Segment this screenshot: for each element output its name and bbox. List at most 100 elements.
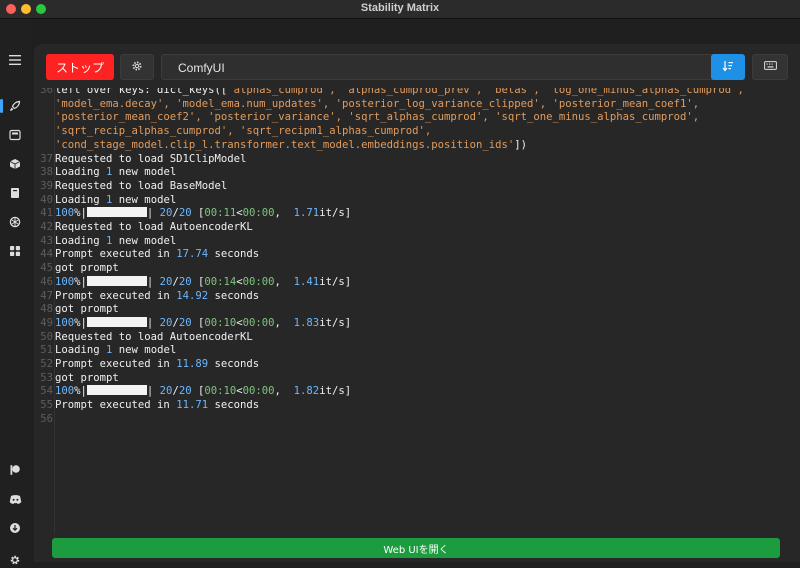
console-text-segment: 20: [159, 275, 173, 288]
console-text-segment: 20: [159, 207, 173, 220]
notebook-icon[interactable]: [7, 185, 23, 201]
console-text-segment: 1.41: [293, 275, 320, 288]
console-text-segment: it/s]: [319, 316, 352, 329]
package-select[interactable]: ComfyUI: [161, 54, 737, 80]
console-text-segment: ,: [274, 207, 294, 220]
console-text-segment: Requested to load BaseModel: [55, 179, 228, 192]
console-text-segment: |: [146, 385, 160, 398]
line-number: 38: [40, 166, 53, 179]
line-number: 46: [40, 275, 53, 288]
line-number: 36: [40, 88, 53, 96]
line-number: 40: [40, 193, 53, 206]
console-text-segment: 1.82: [293, 385, 320, 398]
console-text-segment: ,: [274, 385, 294, 398]
console-text-segment: left over keys: dict_keys([: [55, 88, 228, 96]
console-text-segment: Requested to load AutoencoderKL: [55, 330, 253, 343]
console-line-text: Requested to load BaseModel: [55, 180, 227, 194]
console-text-segment: 00:10: [204, 316, 237, 329]
discord-icon[interactable]: [7, 491, 23, 507]
console-text-segment: 1.83: [293, 316, 320, 329]
console-text-segment: new model: [112, 234, 177, 247]
sidebar: [0, 19, 30, 565]
main-panel: ストップ ComfyUI 36 left over keys: dict_keys…: [34, 44, 800, 562]
console-text-segment: [: [191, 316, 205, 329]
console-line-text: Loading 1 new model: [55, 235, 176, 249]
console-line-text: Requested to load AutoencoderKL: [55, 331, 253, 345]
line-number: 48: [40, 303, 53, 316]
console-text-segment: 20: [178, 275, 192, 288]
console-text-segment: 1.71: [293, 207, 320, 220]
console-line-text: 'sqrt_recip_alphas_cumprod', 'sqrt_recip…: [55, 125, 431, 139]
console-line-text: 100%| | 20/20 [00:14<00:00, 1.41it/s]: [55, 275, 351, 290]
patreon-icon[interactable]: [7, 462, 23, 478]
console-text-segment: 17.74: [176, 248, 209, 261]
console-text-segment: 'alphas_cumprod', 'alphas_cumprod_prev',…: [227, 88, 744, 96]
inference-icon[interactable]: [7, 127, 23, 143]
console-text-segment: 'cond_stage_model.clip_l.transformer.tex…: [55, 138, 515, 151]
console-text-segment: Loading: [55, 344, 107, 357]
console-text-segment: 00:14: [204, 275, 237, 288]
line-number: 43: [40, 234, 53, 247]
console-text-segment: Requested to load SD1ClipModel: [55, 152, 247, 165]
console-text-segment: 20: [159, 316, 173, 329]
line-number: 55: [40, 399, 53, 412]
line-number: 49: [40, 316, 53, 329]
console-text-segment: 00:00: [242, 275, 275, 288]
console-line-text: Prompt executed in 11.89 seconds: [55, 358, 259, 372]
console-text-segment: 100: [55, 385, 75, 398]
line-number: 47: [40, 289, 53, 302]
menu-icon[interactable]: [7, 52, 23, 68]
console-output[interactable]: 36 left over keys: dict_keys(['alphas_cum…: [34, 88, 800, 534]
console-line-text: 100%| | 20/20 [00:11<00:00, 1.71it/s]: [55, 207, 351, 221]
console-text-segment: 00:00: [242, 385, 275, 398]
console-text-segment: [: [191, 385, 205, 398]
console-text-segment: new model: [112, 193, 177, 206]
console-text-segment: [: [191, 275, 205, 288]
console-text-segment: Prompt executed in: [55, 358, 177, 370]
progress-bar: [86, 316, 147, 327]
settings-icon[interactable]: [7, 552, 23, 568]
console-text-segment: Prompt executed in: [55, 289, 177, 302]
console-text-segment: %|: [74, 207, 87, 220]
console-text-segment: Requested to load AutoencoderKL: [55, 221, 253, 233]
console-text-segment: |: [146, 316, 160, 329]
window-title: Stability Matrix: [360, 2, 440, 14]
console-text-segment: new model: [112, 344, 177, 357]
console-text-segment: seconds: [208, 248, 260, 261]
console-text-segment: 14.92: [176, 289, 209, 302]
line-number: 42: [40, 221, 53, 233]
console-input-button[interactable]: [752, 54, 788, 80]
package-icon[interactable]: [7, 156, 23, 172]
sort-icon: [722, 60, 734, 75]
gear-icon: [131, 60, 143, 75]
console-line-text: got prompt: [55, 262, 119, 276]
console-line-text: Requested to load SD1ClipModel: [55, 153, 246, 167]
console-text-segment: [: [191, 207, 205, 220]
line-number: 44: [40, 248, 53, 261]
line-number: 56: [40, 412, 53, 425]
console-line-text: got prompt: [55, 303, 119, 317]
console-text-segment: new model: [112, 166, 177, 179]
console-line-text: 'posterior_mean_coef2', 'posterior_varia…: [55, 111, 699, 125]
rocket-icon[interactable]: [7, 98, 23, 114]
auto-scroll-toggle[interactable]: [711, 54, 745, 80]
stop-button[interactable]: ストップ: [46, 54, 114, 80]
console-text-segment: seconds: [208, 399, 260, 412]
console-text-segment: 00:11: [204, 207, 237, 220]
package-settings-button[interactable]: [120, 54, 154, 80]
progress-bar: [86, 275, 147, 286]
console-text-segment: seconds: [208, 358, 260, 370]
console-text-segment: ]): [514, 138, 527, 151]
brain-icon[interactable]: [7, 214, 23, 230]
open-web-ui-button[interactable]: Web UIを開く: [52, 538, 780, 558]
console-line-text: Loading 1 new model: [55, 344, 176, 358]
line-number: 52: [40, 358, 53, 370]
keyboard-icon: [763, 61, 777, 73]
console-line-text: Prompt executed in 11.71 seconds: [55, 399, 259, 413]
console-line-text: 100%| | 20/20 [00:10<00:00, 1.83it/s]: [55, 316, 352, 331]
console-text-segment: 20: [178, 316, 192, 329]
console-text-segment: ,: [274, 316, 294, 329]
grid-icon[interactable]: [7, 243, 23, 259]
download-icon[interactable]: [7, 520, 23, 536]
console-text-segment: 100: [55, 275, 75, 288]
